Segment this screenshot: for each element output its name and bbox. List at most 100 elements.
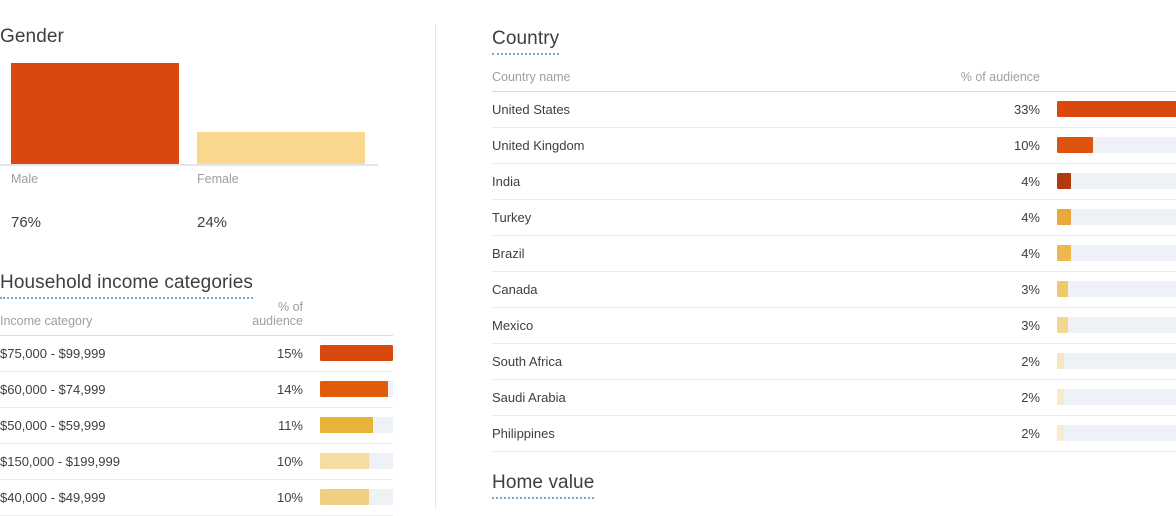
row-percent: 11% [246, 407, 303, 444]
bar-fill [320, 417, 374, 433]
bar-track [1057, 317, 1176, 333]
table-row[interactable]: India 4% [492, 163, 1176, 200]
gender-value-male: 76% [11, 214, 42, 231]
row-label: Saudi Arabia [492, 379, 932, 416]
gender-section: Gender Male Female 76% 24% [0, 26, 400, 234]
row-bar-cell [1040, 343, 1176, 380]
table-row[interactable]: Saudi Arabia 2% [492, 379, 1176, 416]
country-col-bar [1040, 55, 1176, 92]
row-percent: 2% [932, 415, 1040, 452]
bar-track [1057, 353, 1176, 369]
table-row[interactable]: United Kingdom 10% [492, 127, 1176, 164]
bar-fill [320, 489, 369, 505]
gender-label-male: Male [11, 172, 39, 186]
gender-baseline [0, 164, 378, 166]
row-bar-cell [1040, 307, 1176, 344]
row-bar-cell [1040, 271, 1176, 308]
table-row[interactable]: $60,000 - $74,999 14% [0, 371, 393, 408]
bar-track [1057, 245, 1176, 261]
country-table: Country name % of audience United States… [492, 55, 1176, 452]
table-row[interactable]: Philippines 2% [492, 415, 1176, 452]
bar-track [320, 345, 393, 361]
bar-track [1057, 173, 1176, 189]
bar-track [1057, 425, 1176, 441]
country-col-pct: % of audience [932, 55, 1040, 92]
gender-bar-female[interactable] [197, 132, 365, 164]
bar-fill [320, 381, 388, 397]
income-col-bar [303, 299, 393, 336]
table-row[interactable]: $50,000 - $59,999 11% [0, 407, 393, 444]
table-row[interactable]: $75,000 - $99,999 15% [0, 335, 393, 372]
row-bar-cell [303, 443, 393, 480]
row-label: $150,000 - $199,999 [0, 443, 246, 480]
gender-label-female: Female [197, 172, 239, 186]
row-label: Mexico [492, 307, 932, 344]
income-col-category: Income category [0, 299, 246, 336]
table-row[interactable]: $150,000 - $199,999 10% [0, 443, 393, 480]
row-bar-cell [303, 407, 393, 444]
row-label: $60,000 - $74,999 [0, 371, 246, 408]
bar-track [320, 453, 393, 469]
row-percent: 3% [932, 271, 1040, 308]
table-row[interactable]: Turkey 4% [492, 199, 1176, 236]
row-label: $50,000 - $59,999 [0, 407, 246, 444]
bar-fill [320, 345, 393, 361]
row-bar-cell [1040, 199, 1176, 236]
row-label: $75,000 - $99,999 [0, 335, 246, 372]
table-row[interactable]: United States 33% [492, 91, 1176, 128]
bar-fill [1057, 101, 1176, 117]
income-table: Income category % of audience $75,000 - … [0, 299, 393, 516]
bar-track [1057, 281, 1176, 297]
row-bar-cell [1040, 127, 1176, 164]
row-bar-cell [303, 371, 393, 408]
bar-fill [1057, 389, 1065, 405]
home-value-title[interactable]: Home value [492, 472, 595, 499]
row-label: United Kingdom [492, 127, 932, 164]
gender-bar-chart [0, 58, 378, 166]
country-title[interactable]: Country [492, 28, 560, 55]
right-column: Country Country name % of audience Unite… [492, 0, 1176, 510]
row-percent: 4% [932, 163, 1040, 200]
gender-values: 76% 24% [0, 214, 378, 234]
bar-track [320, 489, 393, 505]
table-row[interactable]: Mexico 3% [492, 307, 1176, 344]
bar-track [320, 417, 393, 433]
row-bar-cell [1040, 235, 1176, 272]
gender-bar-male[interactable] [11, 63, 179, 164]
row-bar-cell [1040, 163, 1176, 200]
home-value-section: Home value [492, 472, 595, 499]
bar-track [1057, 209, 1176, 225]
bar-fill [320, 453, 369, 469]
country-table-body: United States 33% United Kingdom 10% India 4%… [492, 91, 1176, 452]
income-table-body: $75,000 - $99,999 15% $60,000 - $74,999 14%… [0, 335, 393, 516]
table-row[interactable]: Brazil 4% [492, 235, 1176, 272]
column-divider [435, 24, 436, 508]
row-label: United States [492, 91, 932, 128]
row-percent: 4% [932, 235, 1040, 272]
income-table-header-row: Income category % of audience [0, 299, 393, 336]
bar-fill [1057, 353, 1065, 369]
row-bar-cell [1040, 379, 1176, 416]
income-title[interactable]: Household income categories [0, 272, 254, 299]
row-label: South Africa [492, 343, 932, 380]
gender-title: Gender [0, 26, 64, 47]
row-bar-cell [1040, 415, 1176, 452]
bar-fill [1057, 425, 1065, 441]
bar-fill [1057, 137, 1093, 153]
row-label: Canada [492, 271, 932, 308]
row-percent: 10% [246, 443, 303, 480]
row-percent: 10% [932, 127, 1040, 164]
bar-fill [1057, 245, 1072, 261]
row-percent: 15% [246, 335, 303, 372]
row-percent: 14% [246, 371, 303, 408]
table-row[interactable]: South Africa 2% [492, 343, 1176, 380]
bar-fill [1057, 317, 1068, 333]
table-row[interactable]: Canada 3% [492, 271, 1176, 308]
income-col-pct: % of audience [246, 299, 303, 336]
bar-fill [1057, 281, 1068, 297]
income-section: Household income categories Income categ… [0, 272, 393, 516]
row-percent: 33% [932, 91, 1040, 128]
gender-value-female: 24% [197, 214, 228, 231]
row-label: Turkey [492, 199, 932, 236]
row-label: Brazil [492, 235, 932, 272]
